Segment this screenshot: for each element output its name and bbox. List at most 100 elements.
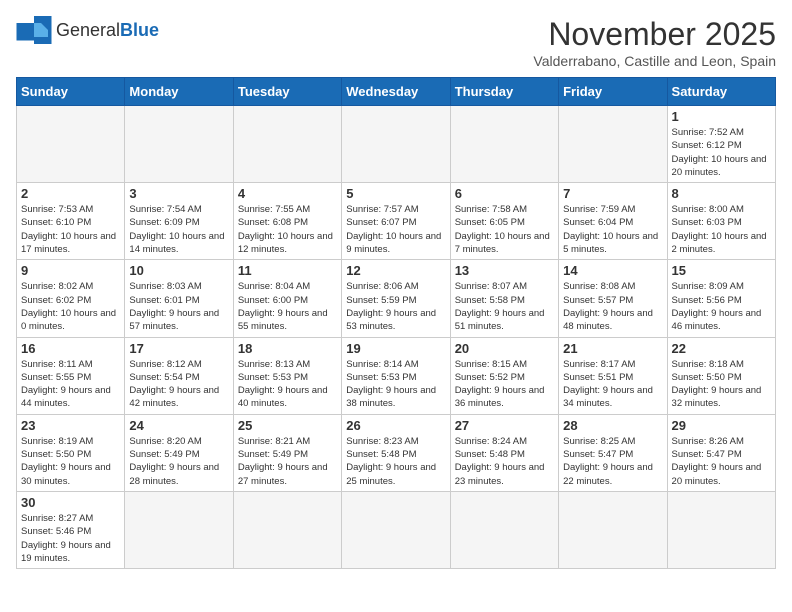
calendar-cell: 29 Sunrise: 8:26 AM Sunset: 5:47 PM Dayli… — [667, 414, 775, 491]
calendar-cell: 19 Sunrise: 8:14 AM Sunset: 5:53 PM Dayli… — [342, 337, 450, 414]
calendar-cell — [559, 106, 667, 183]
day-info: Sunrise: 8:21 AM Sunset: 5:49 PM Dayligh… — [238, 435, 337, 488]
day-info: Sunrise: 8:00 AM Sunset: 6:03 PM Dayligh… — [672, 203, 771, 256]
weekday-header: Tuesday — [233, 78, 341, 106]
calendar-cell — [233, 491, 341, 568]
calendar-cell — [667, 491, 775, 568]
header: GeneralBlue November 2025 Valderrabano, … — [16, 16, 776, 69]
calendar-week-row: 30Sunrise: 8:27 AM Sunset: 5:46 PM Dayli… — [17, 491, 776, 568]
day-number: 23 — [21, 418, 120, 433]
day-info: Sunrise: 8:15 AM Sunset: 5:52 PM Dayligh… — [455, 358, 554, 411]
location-title: Valderrabano, Castille and Leon, Spain — [533, 53, 776, 69]
calendar-cell — [450, 106, 558, 183]
day-info: Sunrise: 8:23 AM Sunset: 5:48 PM Dayligh… — [346, 435, 445, 488]
day-number: 1 — [672, 109, 771, 124]
day-info: Sunrise: 7:58 AM Sunset: 6:05 PM Dayligh… — [455, 203, 554, 256]
weekday-header: Friday — [559, 78, 667, 106]
day-number: 8 — [672, 186, 771, 201]
calendar-cell: 16 Sunrise: 8:11 AM Sunset: 5:55 PM Dayli… — [17, 337, 125, 414]
calendar-cell — [450, 491, 558, 568]
day-number: 17 — [129, 341, 228, 356]
title-area: November 2025 Valderrabano, Castille and… — [533, 16, 776, 69]
day-number: 20 — [455, 341, 554, 356]
weekday-header: Monday — [125, 78, 233, 106]
calendar-cell: 6Sunrise: 7:58 AM Sunset: 6:05 PM Daylig… — [450, 183, 558, 260]
day-number: 24 — [129, 418, 228, 433]
calendar-cell: 30Sunrise: 8:27 AM Sunset: 5:46 PM Dayli… — [17, 491, 125, 568]
calendar-cell — [125, 106, 233, 183]
calendar-cell: 9 Sunrise: 8:02 AM Sunset: 6:02 PM Daylig… — [17, 260, 125, 337]
day-number: 2 — [21, 186, 120, 201]
day-number: 16 — [21, 341, 120, 356]
logo-icon — [16, 16, 52, 44]
day-number: 5 — [346, 186, 445, 201]
day-number: 26 — [346, 418, 445, 433]
day-number: 22 — [672, 341, 771, 356]
weekday-header: Wednesday — [342, 78, 450, 106]
day-info: Sunrise: 8:26 AM Sunset: 5:47 PM Dayligh… — [672, 435, 771, 488]
calendar-cell: 5 Sunrise: 7:57 AM Sunset: 6:07 PM Daylig… — [342, 183, 450, 260]
calendar-cell: 4Sunrise: 7:55 AM Sunset: 6:08 PM Daylig… — [233, 183, 341, 260]
calendar-cell — [125, 491, 233, 568]
day-number: 30 — [21, 495, 120, 510]
day-number: 14 — [563, 263, 662, 278]
day-info: Sunrise: 8:24 AM Sunset: 5:48 PM Dayligh… — [455, 435, 554, 488]
day-number: 25 — [238, 418, 337, 433]
calendar-cell — [17, 106, 125, 183]
calendar-cell: 26 Sunrise: 8:23 AM Sunset: 5:48 PM Dayli… — [342, 414, 450, 491]
day-info: Sunrise: 7:53 AM Sunset: 6:10 PM Dayligh… — [21, 203, 120, 256]
calendar-week-row: 9 Sunrise: 8:02 AM Sunset: 6:02 PM Daylig… — [17, 260, 776, 337]
day-info: Sunrise: 7:59 AM Sunset: 6:04 PM Dayligh… — [563, 203, 662, 256]
logo-text: GeneralBlue — [56, 20, 159, 41]
calendar-cell: 20 Sunrise: 8:15 AM Sunset: 5:52 PM Dayli… — [450, 337, 558, 414]
day-info: Sunrise: 8:17 AM Sunset: 5:51 PM Dayligh… — [563, 358, 662, 411]
calendar-cell: 22Sunrise: 8:18 AM Sunset: 5:50 PM Dayli… — [667, 337, 775, 414]
calendar-cell: 17 Sunrise: 8:12 AM Sunset: 5:54 PM Dayli… — [125, 337, 233, 414]
calendar-cell — [342, 491, 450, 568]
calendar-cell — [559, 491, 667, 568]
calendar-cell: 8 Sunrise: 8:00 AM Sunset: 6:03 PM Daylig… — [667, 183, 775, 260]
day-number: 19 — [346, 341, 445, 356]
day-info: Sunrise: 8:12 AM Sunset: 5:54 PM Dayligh… — [129, 358, 228, 411]
day-info: Sunrise: 8:25 AM Sunset: 5:47 PM Dayligh… — [563, 435, 662, 488]
calendar-cell: 12Sunrise: 8:06 AM Sunset: 5:59 PM Dayli… — [342, 260, 450, 337]
day-number: 29 — [672, 418, 771, 433]
calendar: SundayMondayTuesdayWednesdayThursdayFrid… — [16, 77, 776, 569]
day-info: Sunrise: 7:55 AM Sunset: 6:08 PM Dayligh… — [238, 203, 337, 256]
day-number: 11 — [238, 263, 337, 278]
day-number: 9 — [21, 263, 120, 278]
day-info: Sunrise: 8:07 AM Sunset: 5:58 PM Dayligh… — [455, 280, 554, 333]
calendar-cell: 23 Sunrise: 8:19 AM Sunset: 5:50 PM Dayli… — [17, 414, 125, 491]
day-number: 21 — [563, 341, 662, 356]
day-info: Sunrise: 8:02 AM Sunset: 6:02 PM Dayligh… — [21, 280, 120, 333]
calendar-cell: 3Sunrise: 7:54 AM Sunset: 6:09 PM Daylig… — [125, 183, 233, 260]
day-info: Sunrise: 8:09 AM Sunset: 5:56 PM Dayligh… — [672, 280, 771, 333]
calendar-cell: 7 Sunrise: 7:59 AM Sunset: 6:04 PM Daylig… — [559, 183, 667, 260]
day-number: 7 — [563, 186, 662, 201]
logo: GeneralBlue — [16, 16, 159, 44]
day-info: Sunrise: 7:54 AM Sunset: 6:09 PM Dayligh… — [129, 203, 228, 256]
calendar-cell: 18Sunrise: 8:13 AM Sunset: 5:53 PM Dayli… — [233, 337, 341, 414]
day-info: Sunrise: 8:19 AM Sunset: 5:50 PM Dayligh… — [21, 435, 120, 488]
weekday-header: Thursday — [450, 78, 558, 106]
day-info: Sunrise: 8:14 AM Sunset: 5:53 PM Dayligh… — [346, 358, 445, 411]
calendar-week-row: 23 Sunrise: 8:19 AM Sunset: 5:50 PM Dayli… — [17, 414, 776, 491]
day-number: 13 — [455, 263, 554, 278]
day-info: Sunrise: 8:11 AM Sunset: 5:55 PM Dayligh… — [21, 358, 120, 411]
calendar-cell: 10Sunrise: 8:03 AM Sunset: 6:01 PM Dayli… — [125, 260, 233, 337]
calendar-cell: 27Sunrise: 8:24 AM Sunset: 5:48 PM Dayli… — [450, 414, 558, 491]
day-info: Sunrise: 8:06 AM Sunset: 5:59 PM Dayligh… — [346, 280, 445, 333]
calendar-cell: 2 Sunrise: 7:53 AM Sunset: 6:10 PM Daylig… — [17, 183, 125, 260]
day-info: Sunrise: 8:04 AM Sunset: 6:00 PM Dayligh… — [238, 280, 337, 333]
weekday-header: Sunday — [17, 78, 125, 106]
calendar-cell: 15Sunrise: 8:09 AM Sunset: 5:56 PM Dayli… — [667, 260, 775, 337]
day-info: Sunrise: 7:57 AM Sunset: 6:07 PM Dayligh… — [346, 203, 445, 256]
day-number: 18 — [238, 341, 337, 356]
calendar-cell: 13 Sunrise: 8:07 AM Sunset: 5:58 PM Dayli… — [450, 260, 558, 337]
day-info: Sunrise: 8:03 AM Sunset: 6:01 PM Dayligh… — [129, 280, 228, 333]
calendar-cell: 21 Sunrise: 8:17 AM Sunset: 5:51 PM Dayli… — [559, 337, 667, 414]
day-info: Sunrise: 8:20 AM Sunset: 5:49 PM Dayligh… — [129, 435, 228, 488]
day-info: Sunrise: 8:08 AM Sunset: 5:57 PM Dayligh… — [563, 280, 662, 333]
calendar-cell — [233, 106, 341, 183]
calendar-week-row: 16 Sunrise: 8:11 AM Sunset: 5:55 PM Dayli… — [17, 337, 776, 414]
